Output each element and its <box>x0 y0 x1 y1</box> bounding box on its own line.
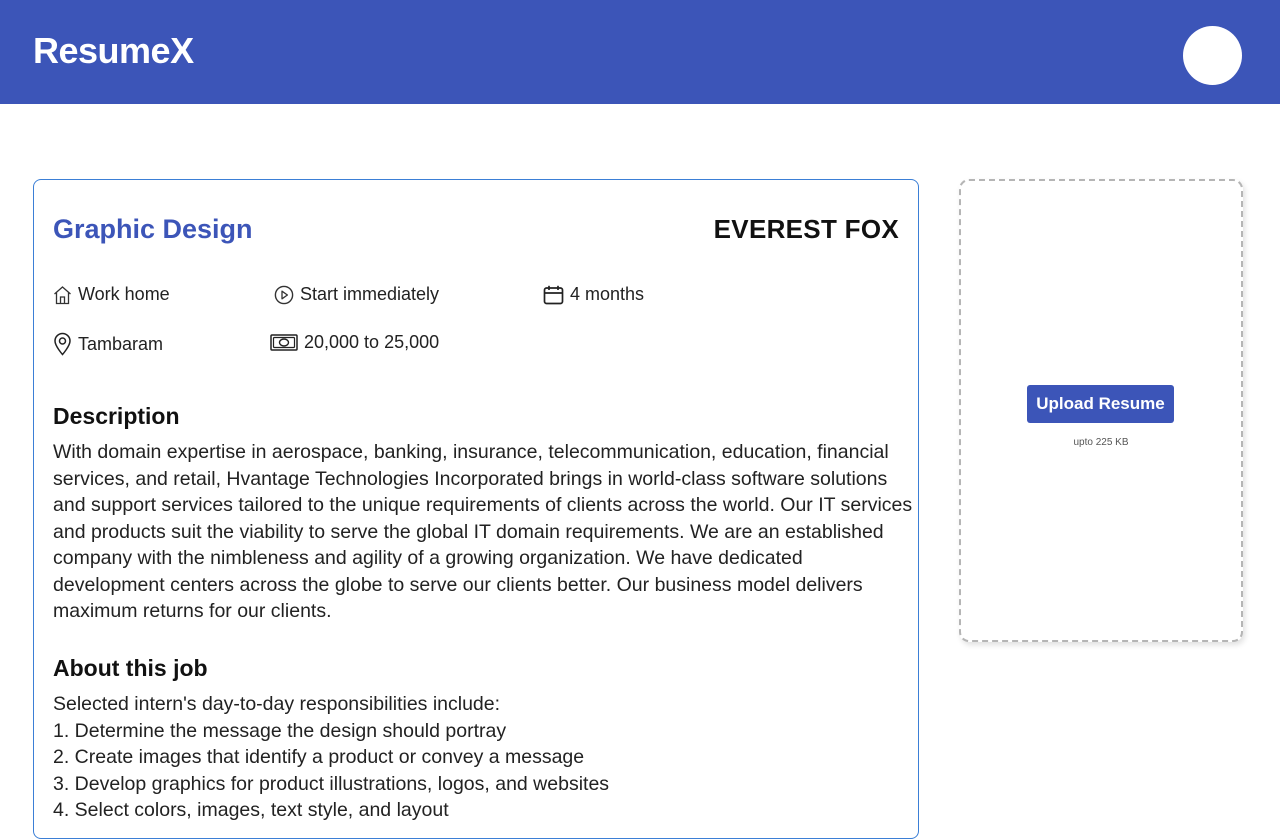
about-line: 4. Select colors, images, text style, an… <box>53 799 449 821</box>
play-circle-icon <box>274 285 294 304</box>
about-line: 1. Determine the message the design shou… <box>53 719 507 742</box>
user-avatar[interactable] <box>1183 26 1242 85</box>
location-pin-icon <box>54 332 71 356</box>
about-list: Selected intern's day-to-day responsibil… <box>53 691 913 824</box>
location: Tambaram <box>53 332 163 356</box>
about-line: Selected intern's day-to-day responsibil… <box>53 693 501 715</box>
calendar-icon <box>543 285 564 304</box>
upload-resume-button[interactable]: Upload Resume <box>1027 385 1174 423</box>
brand-logo[interactable]: ResumeX <box>33 30 194 72</box>
work-type: Work home <box>53 284 170 305</box>
stipend-label: 20,000 to 25,000 <box>304 332 440 352</box>
about-line: 3. Develop graphics for product illustra… <box>53 772 610 795</box>
start-date: Start immediately <box>274 284 439 305</box>
home-icon <box>54 285 71 304</box>
location-label: Tambaram <box>78 333 164 354</box>
description-heading: Description <box>53 403 180 429</box>
work-type-label: Work home <box>78 284 170 304</box>
start-label: Start immediately <box>300 284 440 304</box>
about-heading: About this job <box>53 655 208 681</box>
job-title: Graphic Design <box>53 214 253 244</box>
top-navbar: ResumeX <box>0 0 1280 104</box>
duration: 4 months <box>543 284 644 305</box>
job-card: Graphic Design EVEREST FOX Work home Sta… <box>33 179 919 839</box>
upload-size-note: upto 225 KB <box>1073 437 1129 448</box>
stipend: 20,000 to 25,000 <box>270 332 439 353</box>
duration-label: 4 months <box>570 284 645 304</box>
about-line: 2. Create images that identify a product… <box>53 746 585 768</box>
money-icon <box>270 334 298 351</box>
description-text: With domain expertise in aerospace, bank… <box>53 441 913 622</box>
company-name: EVEREST FOX <box>713 214 899 244</box>
resume-dropzone[interactable]: Upload Resume upto 225 KB <box>959 179 1243 642</box>
